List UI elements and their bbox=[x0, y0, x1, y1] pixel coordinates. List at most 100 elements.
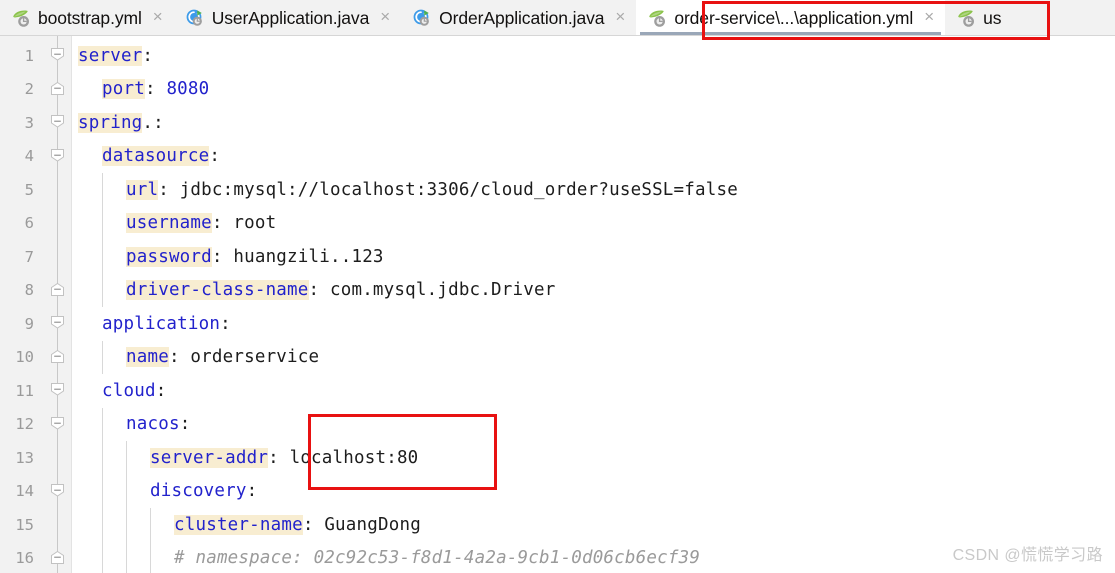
yaml-key: nacos bbox=[126, 414, 180, 435]
csdn-watermark: CSDN @慌慌学习路 bbox=[952, 547, 1103, 564]
code-line[interactable]: 4 datasource: bbox=[0, 140, 1115, 174]
yaml-value: : localhost:80 bbox=[268, 447, 419, 468]
yaml-value: : huangzili..123 bbox=[211, 246, 384, 267]
code-line[interactable]: 6 username: root bbox=[0, 207, 1115, 241]
indent-guide bbox=[102, 407, 103, 573]
code-text: # namespace: 02c92c53-f8d1-4a2a-9cb1-0d0… bbox=[174, 548, 700, 568]
line-number: 11 bbox=[15, 381, 34, 400]
editor-tab-label: bootstrap.yml bbox=[38, 7, 142, 28]
code-line[interactable]: 16 # namespace: 02c92c53-f8d1-4a2a-9cb1-0… bbox=[0, 542, 1115, 573]
close-icon[interactable]: × bbox=[611, 8, 627, 28]
code-line[interactable]: 5 url: jdbc:mysql://localhost:3306/cloud_… bbox=[0, 173, 1115, 207]
indent-guide bbox=[150, 508, 151, 573]
yaml-key: cluster-name bbox=[174, 514, 303, 535]
fold-marker-line-14[interactable] bbox=[51, 483, 64, 497]
line-number: 16 bbox=[15, 549, 34, 568]
code-line[interactable]: 12 nacos: bbox=[0, 408, 1115, 442]
yaml-value: : com.mysql.jdbc.Driver bbox=[308, 280, 556, 301]
code-line[interactable]: 1 server: bbox=[0, 39, 1115, 73]
fold-marker-line-16[interactable] bbox=[51, 550, 64, 564]
code-text: application: bbox=[102, 314, 231, 334]
fold-marker-line-9[interactable] bbox=[51, 316, 64, 329]
code-text: server-addr: localhost:80 bbox=[150, 447, 419, 468]
code-text: driver-class-name: com.mysql.jdbc.Driver bbox=[126, 280, 556, 301]
fold-marker-line-10[interactable] bbox=[51, 349, 64, 363]
yaml-key: application bbox=[102, 313, 221, 334]
yaml-comment: # namespace: 02c92c53-f8d1-4a2a-9cb1-0d0… bbox=[174, 548, 701, 569]
yaml-value: : bbox=[209, 146, 221, 167]
yaml-value: : bbox=[220, 313, 231, 334]
yaml-key: url bbox=[126, 179, 159, 200]
line-number: 14 bbox=[15, 482, 34, 501]
line-number: 9 bbox=[24, 314, 34, 333]
editor-tab-label: UserApplication.java bbox=[211, 7, 370, 28]
code-line[interactable]: 2 port: 8080 bbox=[0, 73, 1115, 107]
yaml-key: discovery bbox=[150, 481, 247, 502]
editor-tab-label: OrderApplication.java bbox=[439, 7, 605, 28]
fold-marker-line-12[interactable] bbox=[51, 416, 64, 430]
code-content[interactable]: 1 server: 2 port: 8080 3 spring.: 4 datasource:… bbox=[0, 36, 1115, 573]
line-number: 6 bbox=[24, 214, 34, 233]
code-line[interactable]: 8 driver-class-name: com.mysql.jdbc.Drive… bbox=[0, 274, 1115, 308]
fold-marker-line-2[interactable] bbox=[51, 81, 64, 95]
indent-guide bbox=[102, 173, 103, 307]
code-text: password: huangzili..123 bbox=[126, 246, 384, 267]
fold-marker-line-3[interactable] bbox=[51, 115, 64, 128]
fold-marker-line-4[interactable] bbox=[51, 148, 64, 162]
yaml-key: server-addr bbox=[150, 447, 269, 468]
yaml-value: : bbox=[142, 45, 154, 66]
editor-tab-2[interactable]: UserApplication.java × bbox=[173, 0, 402, 35]
code-line[interactable]: 13 server-addr: localhost:80 bbox=[0, 441, 1115, 475]
code-text: username: root bbox=[126, 213, 276, 234]
yaml-key: driver-class-name bbox=[126, 280, 309, 301]
yaml-value: : bbox=[179, 414, 191, 435]
yaml-value: 8080 bbox=[166, 79, 210, 100]
yaml-value: : bbox=[246, 481, 258, 502]
code-line[interactable]: 11 cloud: bbox=[0, 374, 1115, 408]
yaml-value: .: bbox=[142, 112, 164, 133]
yaml-value: : GuangDong bbox=[302, 514, 421, 535]
code-line[interactable]: 10 name: orderservice bbox=[0, 341, 1115, 375]
editor-tab-4[interactable]: order-service\...\application.yml × bbox=[636, 0, 946, 35]
code-editor[interactable]: 1 server: 2 port: 8080 3 spring.: 4 datasource:… bbox=[0, 36, 1115, 573]
yaml-key: datasource bbox=[102, 146, 210, 167]
editor-tab-3[interactable]: OrderApplication.java × bbox=[401, 0, 637, 35]
line-number: 5 bbox=[24, 180, 34, 199]
yaml-key: spring bbox=[78, 112, 143, 133]
fold-marker-line-1[interactable] bbox=[51, 48, 64, 61]
yaml-key: password bbox=[126, 246, 212, 267]
line-number: 15 bbox=[15, 515, 34, 534]
close-icon[interactable]: × bbox=[376, 8, 392, 28]
spring-yaml-icon bbox=[956, 8, 976, 28]
code-line[interactable]: 7 password: huangzili..123 bbox=[0, 240, 1115, 274]
fold-marker-line-11[interactable] bbox=[51, 383, 64, 396]
close-icon[interactable]: × bbox=[920, 8, 936, 28]
line-number: 1 bbox=[24, 46, 34, 65]
code-line[interactable]: 3 spring.: bbox=[0, 106, 1115, 140]
yaml-value: : bbox=[144, 79, 167, 100]
spring-yaml-icon bbox=[11, 8, 31, 28]
code-text: cluster-name: GuangDong bbox=[174, 514, 421, 535]
yaml-key: cloud bbox=[102, 380, 156, 401]
close-icon[interactable]: × bbox=[149, 8, 165, 28]
line-number: 10 bbox=[15, 348, 34, 367]
yaml-key: username bbox=[126, 213, 212, 234]
line-number: 2 bbox=[24, 80, 34, 99]
ide-window: bootstrap.yml × UserApplication.java × Order… bbox=[0, 0, 1115, 573]
editor-tab-label: order-service\...\application.yml bbox=[674, 7, 914, 28]
editor-tab-bar: bootstrap.yml × UserApplication.java × Order… bbox=[0, 0, 1115, 36]
code-line[interactable]: 9 application: bbox=[0, 307, 1115, 341]
code-line[interactable]: 15 cluster-name: GuangDong bbox=[0, 508, 1115, 542]
code-line[interactable]: 14 discovery: bbox=[0, 475, 1115, 509]
editor-tab-1[interactable]: bootstrap.yml × bbox=[0, 0, 174, 35]
yaml-value: : orderservice bbox=[168, 347, 320, 368]
code-text: datasource: bbox=[102, 146, 221, 167]
line-number: 3 bbox=[24, 113, 34, 132]
line-number: 4 bbox=[24, 147, 34, 166]
code-text: nacos: bbox=[126, 414, 190, 434]
code-text: port: 8080 bbox=[102, 79, 210, 100]
code-text: name: orderservice bbox=[126, 347, 320, 368]
code-text: cloud: bbox=[102, 381, 166, 401]
fold-marker-line-8[interactable] bbox=[51, 282, 64, 296]
editor-tab-5[interactable]: us bbox=[945, 0, 1011, 35]
